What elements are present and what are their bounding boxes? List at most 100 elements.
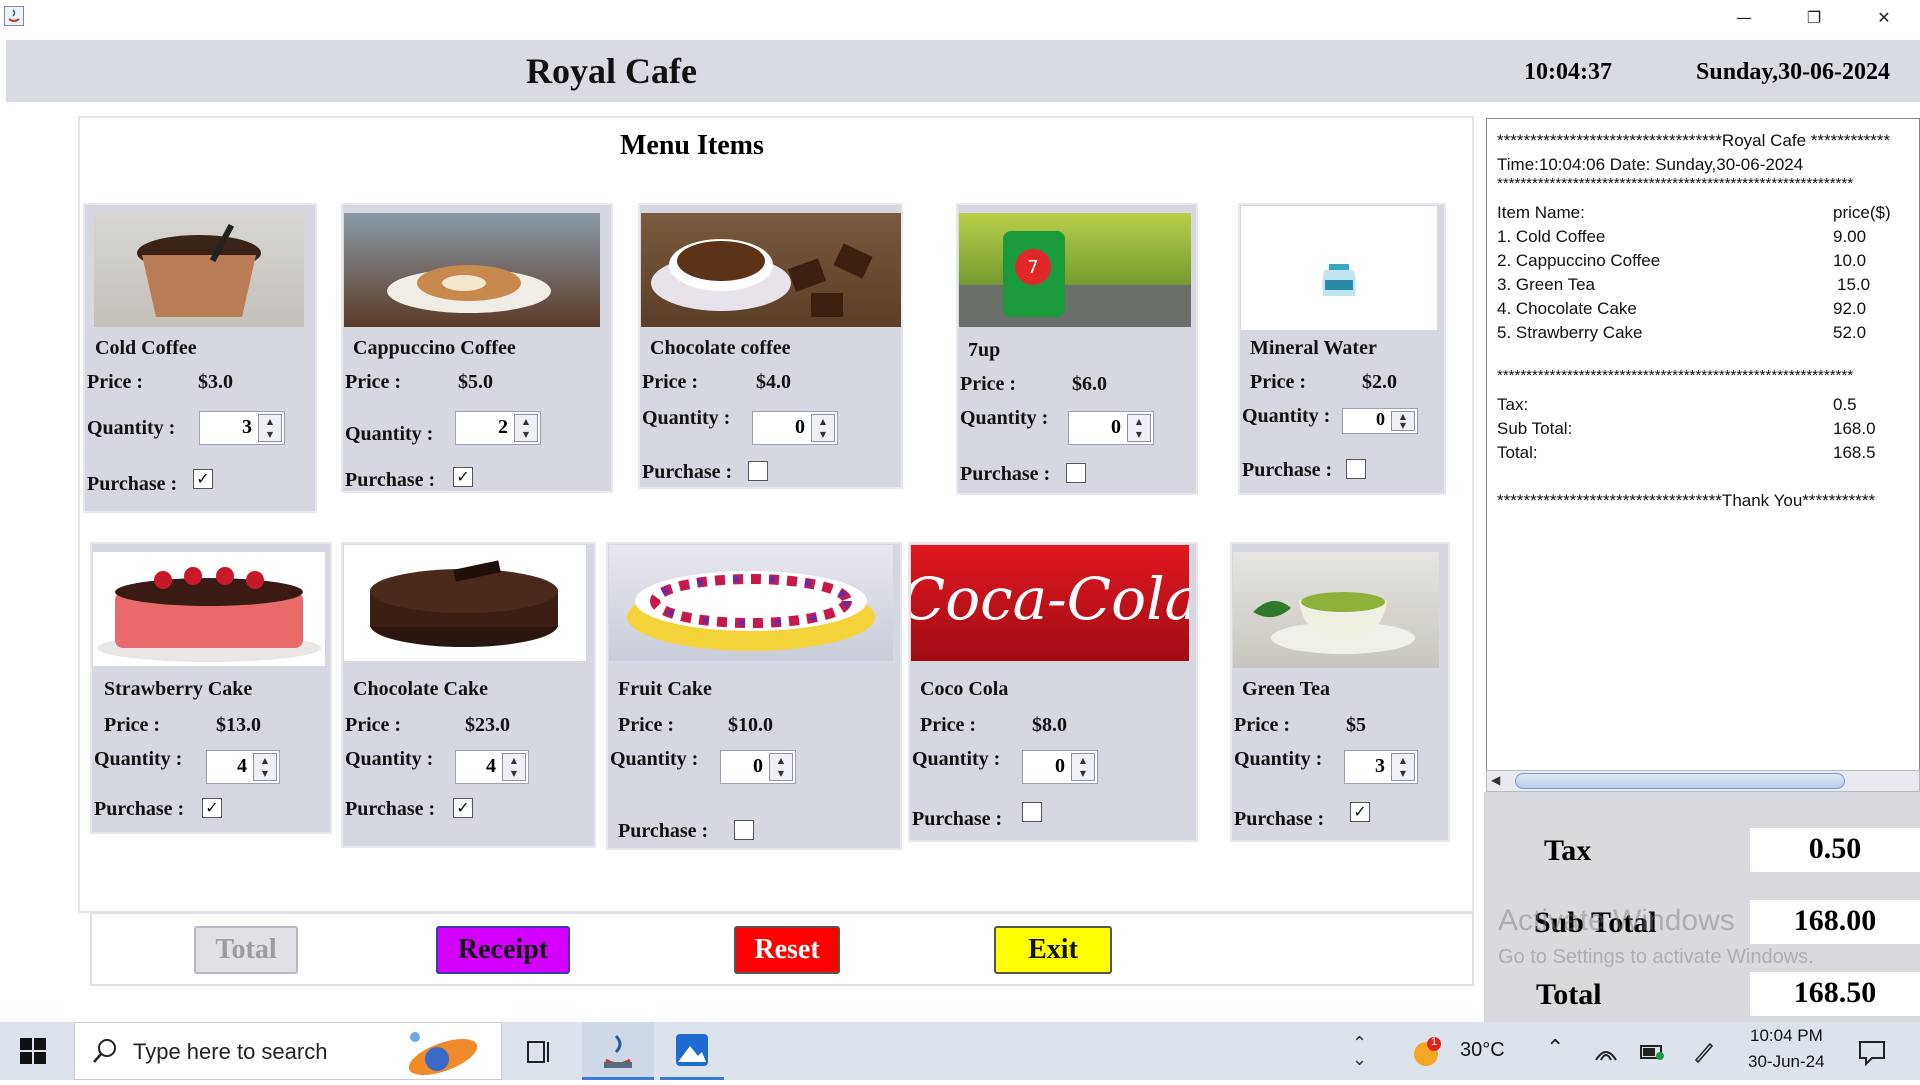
search-placeholder: Type here to search [133,1039,328,1064]
photos-taskbar-icon[interactable] [660,1022,724,1080]
item-name: Mineral Water [1250,337,1377,359]
quantity-value: 0 [1055,755,1065,777]
app-header: Royal Cafe 10:04:37 Sunday,30-06-2024 [6,40,1920,102]
price-label: Price : [87,371,144,393]
purchase-label: Purchase : [960,463,1051,485]
spin-up-icon[interactable]: ▲ [812,415,834,428]
item-price: $8.0 [1032,714,1067,736]
spin-up-icon[interactable]: ▲ [254,754,276,767]
purchase-checkbox[interactable] [1066,463,1086,483]
item-name: Strawberry Cake [104,678,253,700]
spin-down-icon[interactable]: ▼ [812,428,834,441]
spin-down-icon[interactable]: ▼ [1072,767,1094,780]
purchase-checkbox[interactable]: ✓ [193,469,213,489]
taskbar-scroll-icon[interactable]: ⌃ ⌄ [1352,1035,1367,1069]
fruit-cake-image [609,545,893,661]
purchase-checkbox[interactable]: ✓ [453,467,473,487]
receipt-button[interactable]: Receipt [436,926,570,974]
spin-up-icon[interactable]: ▲ [1392,412,1414,421]
spin-up-icon[interactable]: ▲ [770,754,792,767]
spin-down-icon[interactable]: ▼ [770,767,792,780]
tax-label: Tax [1544,834,1592,867]
spin-up-icon[interactable]: ▲ [1128,415,1150,428]
minimize-icon[interactable]: — [1720,0,1768,34]
spin-down-icon[interactable]: ▼ [1392,421,1414,430]
tax-field[interactable]: 0.50 [1750,828,1920,872]
purchase-checkbox[interactable]: ✓ [1350,802,1370,822]
menu-card-7up: 7 7up Price : $6.0 Quantity : 0 ▲ ▼ Purcha… [956,203,1198,495]
wifi-icon[interactable] [1594,1042,1618,1067]
purchase-checkbox[interactable] [1346,459,1366,479]
weather-temperature[interactable]: 30°C [1460,1039,1505,1062]
spin-up-icon[interactable]: ▲ [503,754,525,767]
receipt-textarea[interactable]: **********************************Royal … [1486,118,1920,774]
spin-up-icon[interactable]: ▲ [1392,754,1414,767]
spin-up-icon[interactable]: ▲ [1072,754,1094,767]
spin-up-icon[interactable]: ▲ [259,415,281,428]
spin-down-icon[interactable]: ▼ [515,428,537,441]
chevron-up-icon[interactable]: ⌃ [1546,1036,1564,1061]
receipt-tax-value: 0.5 [1833,395,1857,414]
purchase-label: Purchase : [87,473,178,495]
subtotal-field[interactable]: 168.00 [1750,900,1920,944]
quantity-stepper[interactable]: 0 ▲ ▼ [1068,411,1154,445]
purchase-checkbox[interactable] [748,461,768,481]
clock-date: Sunday,30-06-2024 [1696,59,1891,85]
battery-icon[interactable] [1640,1044,1666,1065]
exit-button[interactable]: Exit [994,926,1112,974]
quantity-stepper[interactable]: 0 ▲ ▼ [752,411,838,445]
purchase-checkbox[interactable]: ✓ [202,798,222,818]
item-price: $6.0 [1072,373,1107,395]
chocolate-cake-image [344,545,586,661]
price-label: Price : [345,714,402,736]
total-field[interactable]: 168.50 [1750,972,1920,1016]
price-label: Price : [642,371,699,393]
spin-down-icon[interactable]: ▼ [1392,767,1414,780]
close-icon[interactable]: ✕ [1860,0,1908,34]
quantity-stepper[interactable]: 2 ▲ ▼ [455,411,541,445]
window-titlebar: — ❐ ✕ [0,0,1920,34]
spin-up-icon[interactable]: ▲ [515,415,537,428]
svg-text:Coca-Cola: Coca-Cola [911,565,1189,633]
pen-icon[interactable] [1692,1040,1716,1069]
quantity-stepper[interactable]: 0 ▲ ▼ [1342,408,1418,434]
windows-start-icon[interactable] [20,1038,46,1064]
taskbar-clock-date[interactable]: 30-Jun-24 [1748,1052,1825,1072]
spin-down-icon[interactable]: ▼ [259,428,281,441]
task-view-icon[interactable] [526,1038,554,1066]
quantity-stepper[interactable]: 0 ▲ ▼ [720,750,796,784]
spin-down-icon[interactable]: ▼ [254,767,276,780]
menu-title: Menu Items [620,130,764,161]
purchase-label: Purchase : [618,820,709,842]
quantity-value: 2 [498,416,508,438]
notification-icon[interactable] [1858,1038,1886,1071]
receipt-line-item: 4. Chocolate Cake [1497,299,1637,318]
receipt-subtotal-value: 168.0 [1833,419,1876,438]
restore-icon[interactable]: ❐ [1790,0,1838,34]
purchase-checkbox[interactable] [1022,802,1042,822]
taskbar-clock-time[interactable]: 10:04 PM [1750,1026,1823,1046]
receipt-horizontal-scrollbar[interactable]: ◀ [1486,770,1920,792]
quantity-stepper[interactable]: 4 ▲ ▼ [455,750,529,784]
item-name: Cappuccino Coffee [353,337,516,359]
spin-down-icon[interactable]: ▼ [1128,428,1150,441]
quantity-stepper[interactable]: 4 ▲ ▼ [206,750,280,784]
receipt-col-price: price($) [1833,203,1891,222]
reset-button[interactable]: Reset [734,926,840,974]
quantity-stepper[interactable]: 0 ▲ ▼ [1022,750,1098,784]
java-taskbar-icon[interactable] [582,1022,654,1080]
quantity-stepper[interactable]: 3 ▲ ▼ [1344,750,1418,784]
weather-icon[interactable]: 1 [1412,1036,1444,1068]
taskbar-search-box[interactable]: Type here to search [74,1022,502,1080]
quantity-stepper[interactable]: 3 ▲ ▼ [199,411,285,445]
purchase-checkbox[interactable] [734,820,754,840]
scroll-left-icon[interactable]: ◀ [1491,773,1500,787]
green-tea-image [1233,552,1439,668]
receipt-line-item: 5. Strawberry Cake [1497,323,1643,342]
total-label: Total [1536,978,1602,1011]
windows-taskbar: Type here to search ⌃ ⌄ 1 30°C ⌃ 10:04 PM… [0,1022,1920,1080]
total-button[interactable]: Total [194,926,298,974]
purchase-checkbox[interactable]: ✓ [453,798,473,818]
spin-down-icon[interactable]: ▼ [503,767,525,780]
scroll-thumb[interactable] [1515,773,1845,789]
